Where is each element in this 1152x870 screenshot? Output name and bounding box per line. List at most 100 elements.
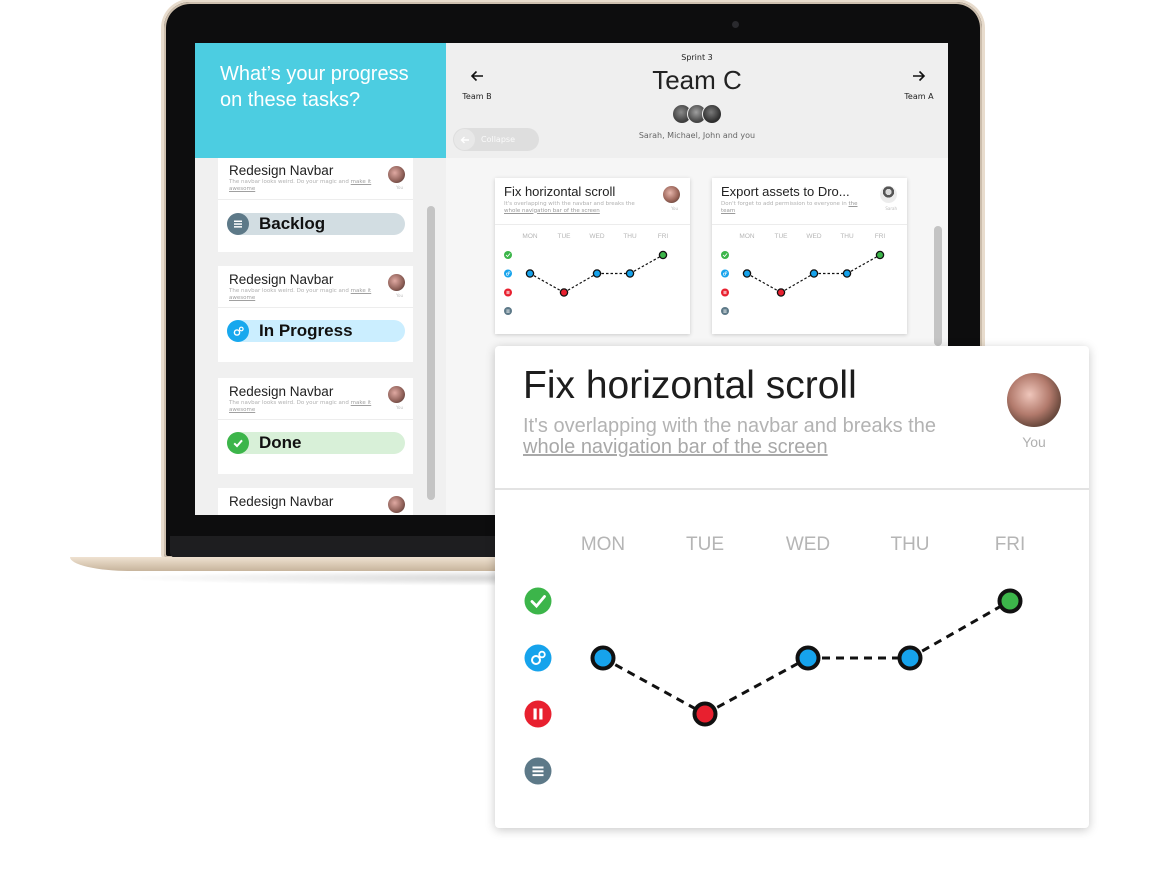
check-icon (504, 251, 512, 259)
task-sidebar: What’s your progress on these tasks? Red… (195, 43, 446, 515)
task-detail-card[interactable]: Fix horizontal scroll It's overlapping w… (495, 346, 1089, 828)
prev-team-button[interactable]: Team B (460, 69, 494, 101)
task-card-header: Redesign Navbar The navbar looks weird. … (218, 158, 413, 200)
day-label: TUE (686, 534, 724, 555)
task-description: The navbar looks weird. Do your magic an… (229, 288, 372, 301)
stage: What’s your progress on these tasks? Red… (0, 0, 1152, 870)
task-detail-description: It's overlapping with the navbar and bre… (523, 415, 936, 458)
status-badge-backlog[interactable]: Backlog (227, 213, 405, 235)
trend-segment (746, 272, 782, 294)
next-team-button[interactable]: Team A (902, 69, 936, 101)
status-point[interactable] (809, 269, 819, 278)
status-chart: MON TUE WED THU FRI (504, 233, 668, 315)
day-label: THU (890, 534, 929, 555)
day-label: FRI (875, 233, 886, 240)
status-point[interactable] (525, 269, 535, 278)
camera-icon (732, 21, 739, 28)
gears-icon (227, 320, 249, 342)
avatar-label: You (396, 185, 403, 190)
trend-segment (846, 254, 881, 275)
task-card-header: Export assets to Dro... Don't forget to … (712, 178, 907, 225)
status-point[interactable] (742, 269, 752, 278)
board-scrollbar[interactable] (934, 226, 942, 346)
task-title: Redesign Navbar (229, 272, 334, 287)
avatar (880, 186, 897, 203)
task-card[interactable]: Export assets to Dro... Don't forget to … (712, 178, 907, 334)
task-detail-title: Fix horizontal scroll (523, 364, 857, 407)
next-team-label: Team A (904, 92, 934, 101)
status-point[interactable] (590, 645, 616, 671)
day-label: FRI (995, 534, 1026, 555)
trend-segment (602, 656, 706, 716)
status-point[interactable] (592, 269, 602, 278)
day-label: MON (739, 233, 754, 240)
status-label: Backlog (259, 214, 326, 233)
trend-segment (780, 272, 815, 294)
task-title: Redesign Navbar (229, 163, 334, 178)
task-card[interactable]: Redesign Navbar (218, 488, 413, 515)
sidebar-scrollbar[interactable] (427, 206, 435, 500)
avatar-label: You (396, 405, 403, 410)
avatar (388, 386, 405, 403)
day-label: MON (581, 534, 625, 555)
task-detail-link[interactable]: whole navigation bar of the screen (523, 436, 828, 458)
task-description: The navbar looks weird. Do your magic an… (229, 179, 372, 192)
status-point[interactable] (692, 701, 718, 727)
status-badge-in-progress[interactable]: In Progress (227, 320, 405, 342)
status-point[interactable] (842, 269, 852, 278)
team-avatars (672, 104, 722, 124)
day-label: WED (806, 233, 821, 240)
status-point[interactable] (658, 250, 668, 260)
task-card[interactable]: Redesign Navbar The navbar looks weird. … (218, 266, 413, 362)
list-icon (504, 307, 512, 315)
status-point[interactable] (795, 645, 821, 671)
status-badge-done[interactable]: Done (227, 432, 405, 454)
status-point[interactable] (875, 250, 885, 260)
avatar-label: You (671, 206, 678, 211)
task-link[interactable]: whole navigation bar of the screen (504, 208, 600, 214)
day-label: THU (840, 233, 854, 240)
task-description: It's overlapping with the navbar and bre… (504, 201, 635, 214)
pause-icon (524, 700, 552, 728)
task-card[interactable]: Fix horizontal scroll It's overlapping w… (495, 178, 690, 334)
task-card-header: Redesign Navbar The navbar looks weird. … (218, 266, 413, 308)
progress-question: What’s your progress on these tasks? (195, 43, 446, 158)
status-point[interactable] (897, 645, 923, 671)
status-point[interactable] (559, 288, 569, 297)
arrow-left-icon (460, 69, 494, 86)
task-description: The navbar looks weird. Do your magic an… (229, 400, 372, 413)
list-icon (524, 757, 552, 785)
status-point[interactable] (776, 288, 786, 297)
status-point[interactable] (997, 588, 1023, 614)
list-icon (227, 213, 249, 235)
arrow-right-icon (902, 69, 936, 86)
day-label: TUE (775, 233, 789, 240)
task-card-header: Redesign Navbar (218, 488, 413, 515)
avatar-label: You (1022, 434, 1046, 450)
arrow-left-icon (454, 129, 475, 150)
task-detail-header: Fix horizontal scroll It's overlapping w… (495, 346, 1089, 490)
task-card[interactable]: Redesign Navbar The navbar looks weird. … (218, 378, 413, 474)
trend-segment (909, 599, 1011, 660)
gears-icon (504, 269, 512, 278)
day-label: MON (522, 233, 537, 240)
avatar-label: Sarah (885, 206, 897, 211)
status-chart: MON TUE WED THU FRI (524, 534, 1026, 785)
collapse-button[interactable]: Collapse (453, 128, 539, 151)
check-icon (227, 432, 249, 454)
task-card-header: Redesign Navbar The navbar looks weird. … (218, 378, 413, 420)
task-title: Export assets to Dro... (721, 184, 850, 199)
list-icon (721, 307, 729, 315)
status-point[interactable] (625, 269, 635, 278)
avatar (388, 166, 405, 183)
team-title: Team C (652, 65, 742, 95)
avatar (388, 496, 405, 513)
check-icon (721, 251, 729, 259)
avatar (702, 104, 722, 124)
task-title: Redesign Navbar (229, 384, 334, 399)
sprint-label: Sprint 3 (681, 53, 713, 62)
status-chart: MON TUE WED THU FRI (721, 233, 886, 315)
task-description: Don't forget to add permission to everyo… (721, 201, 858, 214)
task-card[interactable]: Redesign Navbar The navbar looks weird. … (218, 158, 413, 252)
avatar (388, 274, 405, 291)
